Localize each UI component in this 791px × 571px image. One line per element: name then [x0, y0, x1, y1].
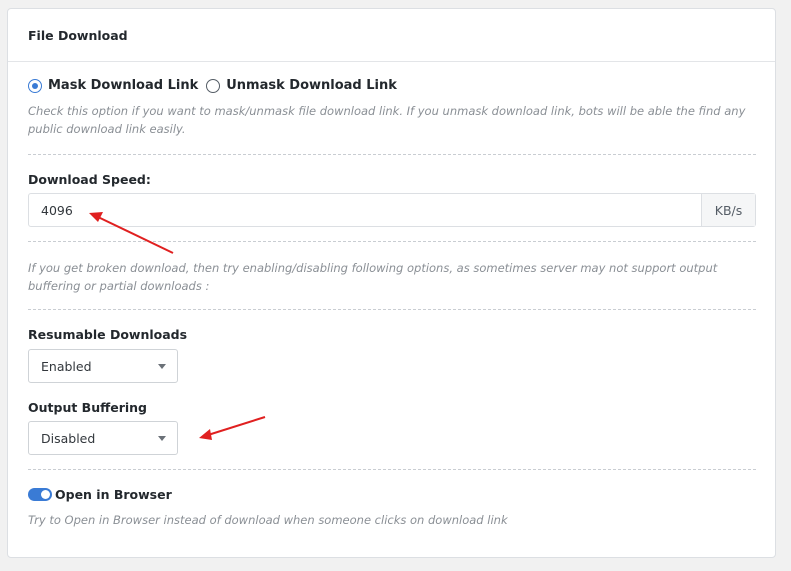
mask-radio-label: Mask Download Link	[48, 78, 199, 93]
download-speed-input-group: KB/s	[28, 193, 756, 227]
open-in-browser-row: Open in Browser	[28, 487, 172, 502]
mask-download-link-option[interactable]: Mask Download Link	[28, 78, 198, 93]
resumable-downloads-select[interactable]: Enabled	[28, 349, 178, 383]
unmask-radio-label: Unmask Download Link	[226, 78, 397, 93]
panel-title: File Download	[8, 9, 775, 62]
file-download-panel: File Download Mask Download Link Unmask …	[7, 8, 776, 558]
output-buffering-label: Output Buffering	[28, 400, 148, 415]
divider	[28, 154, 756, 155]
broken-download-help-text: If you get broken download, then try ena…	[28, 261, 718, 293]
resumable-downloads-label: Resumable Downloads	[28, 327, 188, 342]
speed-unit-addon: KB/s	[701, 194, 755, 226]
output-buffering-value: Disabled	[41, 430, 96, 446]
mask-radio-group: Mask Download Link Unmask Download Link	[28, 78, 405, 93]
chevron-down-icon	[158, 436, 166, 441]
mask-help-text: Check this option if you want to mask/un…	[28, 104, 746, 136]
divider	[28, 241, 756, 242]
unmask-radio-button[interactable]	[206, 78, 221, 93]
mask-radio-button[interactable]	[28, 78, 42, 93]
unmask-download-link-option[interactable]: Unmask Download Link	[206, 78, 397, 93]
open-in-browser-toggle[interactable]	[28, 488, 52, 501]
open-in-browser-label: Open in Browser	[55, 487, 172, 502]
chevron-down-icon	[158, 364, 166, 369]
resumable-downloads-value: Enabled	[41, 358, 92, 374]
download-speed-label: Download Speed:	[28, 172, 151, 187]
divider	[28, 469, 756, 470]
open-in-browser-help-text: Try to Open in Browser instead of downlo…	[28, 513, 508, 527]
output-buffering-select[interactable]: Disabled	[28, 421, 178, 455]
download-speed-input[interactable]	[29, 194, 701, 226]
divider	[28, 309, 756, 310]
